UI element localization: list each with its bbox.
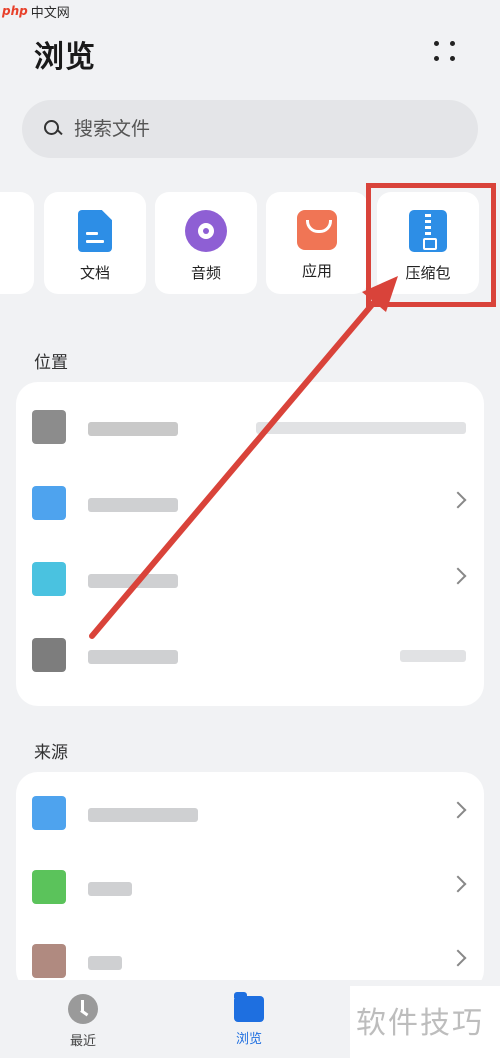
list-item[interactable] xyxy=(16,850,484,926)
section-title-source: 来源 xyxy=(34,743,68,763)
source-thumbnail xyxy=(32,796,66,830)
app-header: 浏览 xyxy=(30,28,460,78)
search-icon xyxy=(42,118,64,140)
list-item[interactable] xyxy=(16,776,484,852)
blurred-text xyxy=(88,956,122,970)
search-input[interactable] xyxy=(74,118,374,140)
list-item[interactable] xyxy=(16,390,484,466)
page-title: 浏览 xyxy=(34,40,96,75)
location-thumbnail xyxy=(32,638,66,672)
tab-recent[interactable]: 最近 xyxy=(38,994,128,1049)
more-dots-icon[interactable] xyxy=(430,36,460,66)
category-apps[interactable]: 应用 xyxy=(266,192,368,294)
chevron-right-icon xyxy=(449,875,467,893)
list-item[interactable] xyxy=(16,466,484,542)
location-thumbnail xyxy=(32,486,66,520)
chevron-right-icon xyxy=(449,567,467,585)
category-label: 压缩包 xyxy=(405,264,451,282)
audio-disc-icon xyxy=(185,210,227,252)
watermark-brand: php xyxy=(2,4,28,18)
tab-label: 浏览 xyxy=(235,1032,262,1047)
category-audio[interactable]: 音频 xyxy=(155,192,257,294)
search-bar[interactable] xyxy=(22,100,478,158)
shopping-bag-icon xyxy=(297,210,337,250)
chevron-right-icon xyxy=(449,949,467,967)
chevron-right-icon xyxy=(449,801,467,819)
section-title-location: 位置 xyxy=(34,353,68,373)
blurred-text xyxy=(88,882,132,896)
blurred-text xyxy=(88,574,178,588)
list-item[interactable] xyxy=(16,542,484,618)
blurred-text xyxy=(88,650,178,664)
watermark-site: 中文网 xyxy=(30,5,70,21)
watermark-footer: 软件技巧 xyxy=(350,986,500,1058)
category-row: 文档 音频 应用 压缩包 xyxy=(0,192,500,296)
source-thumbnail xyxy=(32,870,66,904)
category-documents[interactable]: 文档 xyxy=(44,192,146,294)
blurred-text xyxy=(88,498,178,512)
zip-archive-icon xyxy=(409,210,447,252)
category-label: 音频 xyxy=(190,264,221,282)
source-thumbnail xyxy=(32,944,66,978)
category-card-partial[interactable] xyxy=(0,192,34,294)
clock-icon xyxy=(68,994,98,1024)
category-archives[interactable]: 压缩包 xyxy=(377,192,479,294)
category-label: 文档 xyxy=(79,264,110,282)
watermark-logo: php 中文网 xyxy=(2,0,70,22)
tab-label: 最近 xyxy=(69,1034,96,1049)
chevron-right-icon xyxy=(449,491,467,509)
blurred-text xyxy=(400,650,466,662)
list-item[interactable] xyxy=(16,618,484,694)
document-icon xyxy=(78,210,112,252)
tab-browse[interactable]: 浏览 xyxy=(204,992,294,1047)
location-thumbnail xyxy=(32,562,66,596)
blurred-text xyxy=(88,808,198,822)
location-thumbnail xyxy=(32,410,66,444)
blurred-text xyxy=(256,422,466,434)
folder-icon xyxy=(234,992,264,1022)
source-panel xyxy=(16,772,484,992)
blurred-text xyxy=(88,422,178,436)
location-panel xyxy=(16,382,484,706)
category-label: 应用 xyxy=(301,262,332,280)
